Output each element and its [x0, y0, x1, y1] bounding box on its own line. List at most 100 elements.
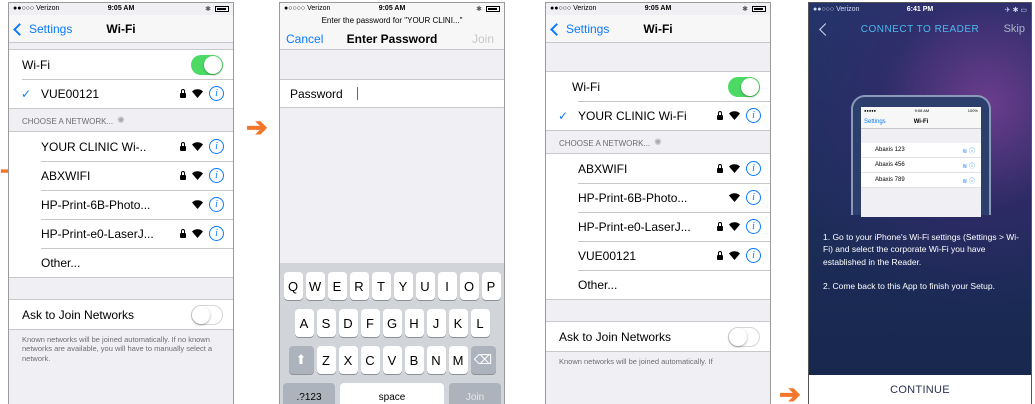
numbers-key[interactable]: .?123 [283, 383, 335, 404]
bluetooth-icon: ✱ [476, 6, 482, 13]
key-v[interactable]: V [382, 346, 402, 374]
carrier-label: ●●○○○ Verizon [13, 5, 60, 12]
lock-icon [180, 228, 186, 238]
key-u[interactable]: U [415, 272, 435, 300]
key-t[interactable]: T [371, 272, 391, 300]
key-g[interactable]: G [382, 309, 402, 337]
info-icon[interactable]: i [746, 219, 761, 234]
cancel-button[interactable]: Cancel [286, 32, 323, 46]
key-l[interactable]: L [470, 309, 490, 337]
back-button[interactable]: Settings [550, 22, 609, 36]
lock-icon [717, 221, 723, 231]
key-f[interactable]: F [360, 309, 380, 337]
wifi-toggle[interactable] [728, 76, 760, 97]
join-key[interactable]: Join [449, 383, 501, 404]
key-y[interactable]: Y [393, 272, 413, 300]
back-button[interactable] [819, 23, 832, 36]
network-row[interactable]: HP-Print-6B-Photo... i [546, 183, 770, 212]
key-z[interactable]: Z [316, 346, 336, 374]
network-row[interactable]: HP-Print-6B-Photo... i [9, 190, 233, 219]
clock: 6:41 PM [906, 6, 934, 13]
status-bar: ●●○○○ Verizon 6:41 PM ✈ ✱ ▭ [809, 3, 1031, 17]
wifi-settings-screen: ●●○○○ Verizon 9:05 AM ✱ Settings Wi-Fi W… [8, 2, 234, 404]
key-e[interactable]: E [327, 272, 347, 300]
ask-to-join-row: Ask to Join Networks [546, 322, 770, 351]
ask-to-join-row: Ask to Join Networks [9, 300, 233, 329]
page-title: Enter Password [346, 32, 438, 46]
continue-button[interactable]: CONTINUE [809, 375, 1031, 404]
key-c[interactable]: C [360, 346, 380, 374]
wifi-toggle[interactable] [191, 54, 223, 75]
wifi-toggle-row: Wi-Fi [9, 50, 233, 79]
carrier-label: ●○○○○ Verizon [284, 5, 331, 12]
key-n[interactable]: N [426, 346, 446, 374]
wifi-signal-icon [192, 200, 203, 209]
key-d[interactable]: D [338, 309, 358, 337]
other-network-row[interactable]: Other... [9, 248, 233, 277]
instruction-step-2: 2. Come back to this App to finish your … [823, 280, 995, 291]
key-j[interactable]: J [426, 309, 446, 337]
connected-network-row[interactable]: ✓ YOUR CLINIC Wi-Fi i [546, 101, 770, 130]
key-q[interactable]: Q [283, 272, 303, 300]
network-row[interactable]: HP-Print-e0-LaserJ... i [546, 212, 770, 241]
key-h[interactable]: H [404, 309, 424, 337]
ask-group: Ask to Join Networks [546, 321, 770, 352]
section-header: CHOOSE A NETWORK... ✺ [559, 137, 662, 148]
ask-to-join-toggle[interactable] [728, 326, 760, 347]
info-icon[interactable]: i [746, 108, 761, 123]
ask-group: Ask to Join Networks [9, 299, 233, 330]
wifi-signal-icon [192, 229, 203, 238]
key-o[interactable]: O [459, 272, 479, 300]
delete-key[interactable]: ⌫ [470, 346, 496, 374]
network-row[interactable]: YOUR CLINIC Wi-.. i [9, 132, 233, 161]
back-button[interactable]: Settings [13, 22, 72, 36]
nav-bar: CONNECT TO READER Skip [809, 17, 1031, 45]
info-icon[interactable]: i [209, 139, 224, 154]
key-k[interactable]: K [448, 309, 468, 337]
skip-button[interactable]: Skip [1004, 23, 1025, 35]
info-icon: ≋ ⓘ [962, 178, 975, 185]
battery-icon: ✈ ✱ ▭ [1004, 7, 1027, 14]
key-w[interactable]: W [305, 272, 325, 300]
info-icon[interactable]: i [746, 161, 761, 176]
nav-bar: Settings Wi-Fi [546, 15, 770, 43]
info-icon[interactable]: i [209, 197, 224, 212]
key-s[interactable]: S [316, 309, 336, 337]
info-icon[interactable]: i [209, 86, 224, 101]
password-field[interactable]: Password [280, 79, 504, 108]
keyboard: QWERTYUIOP ASDFGHJKL ⬆ Z X C V B N M ⌫ .?123 sp… [280, 263, 504, 404]
network-row[interactable]: ABXWIFI i [546, 154, 770, 183]
connected-network-row[interactable]: ✓ VUE00121 i [9, 79, 233, 108]
other-network-row[interactable]: Other... [546, 270, 770, 299]
clock: 9:05 AM [378, 5, 406, 12]
ask-to-join-toggle[interactable] [191, 304, 223, 325]
info-icon[interactable]: i [746, 190, 761, 205]
phone-illustration: ●●●●● 9:08 AM 100% Settings Wi-Fi Abaxis 12… [851, 95, 991, 217]
key-a[interactable]: A [294, 309, 314, 337]
info-icon[interactable]: i [209, 226, 224, 241]
checkmark-icon: ✓ [558, 108, 569, 123]
page-title: CONNECT TO READER [860, 24, 980, 35]
key-i[interactable]: I [437, 272, 457, 300]
carrier-label: ●●○○○ Verizon [813, 6, 860, 13]
info-icon[interactable]: i [209, 168, 224, 183]
network-row[interactable]: ABXWIFI i [9, 161, 233, 190]
space-key[interactable]: space [340, 383, 444, 404]
key-x[interactable]: X [338, 346, 358, 374]
network-row[interactable]: HP-Print-e0-LaserJ... i [9, 219, 233, 248]
wifi-group: Wi-Fi ✓ VUE00121 i [9, 49, 233, 109]
key-m[interactable]: M [448, 346, 468, 374]
key-r[interactable]: R [349, 272, 369, 300]
shift-key[interactable]: ⬆ [288, 346, 314, 374]
enter-password-screen: ●○○○○ Verizon 9:05 AM ✱ Enter the passwo… [279, 2, 505, 404]
join-button[interactable]: Join [472, 32, 494, 46]
spinner-icon: ✺ [654, 137, 662, 147]
lock-icon [180, 141, 186, 151]
key-b[interactable]: B [404, 346, 424, 374]
battery-icon [215, 6, 229, 12]
network-row[interactable]: VUE00121 i [546, 241, 770, 270]
key-p[interactable]: P [481, 272, 501, 300]
password-prompt: Enter the password for "YOUR CLINI..." [280, 15, 504, 28]
info-icon[interactable]: i [746, 248, 761, 263]
checkmark-icon: ✓ [21, 86, 32, 101]
